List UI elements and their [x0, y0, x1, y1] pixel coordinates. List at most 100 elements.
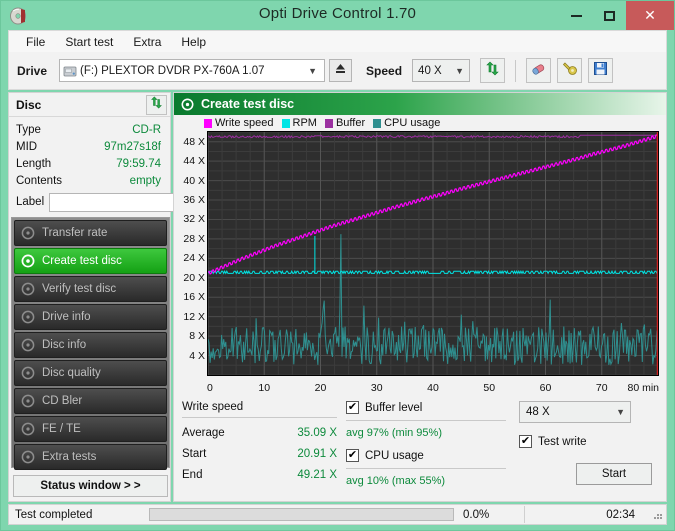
test-item-disc-quality[interactable]: Disc quality [14, 360, 167, 386]
test-item-extra-tests[interactable]: Extra tests [14, 444, 167, 470]
disc-info-key: MID [16, 141, 104, 153]
test-item-transfer-rate[interactable]: Transfer rate [14, 220, 167, 246]
refresh-button[interactable] [480, 58, 505, 83]
divider [346, 420, 506, 421]
drive-toolbar: Drive (F:) PLEXTOR DVDR PX-760A 1.07 ▼ S [8, 52, 667, 90]
resize-grip[interactable] [649, 509, 663, 521]
y-axis-tick: 44 X [183, 155, 205, 167]
test-write-checkbox[interactable]: ✔ [519, 435, 532, 448]
drive-value: (F:) PLEXTOR DVDR PX-760A 1.07 [80, 65, 303, 77]
legend-entry-rpm: RPM [282, 117, 317, 129]
minimize-button[interactable] [560, 1, 593, 30]
buffer-level-checkbox-row[interactable]: ✔ Buffer level [346, 401, 506, 414]
test-item-cd-bler[interactable]: CD Bler [14, 388, 167, 414]
legend-label: Write speed [215, 117, 274, 129]
speed-value: 40 X [418, 65, 450, 77]
eject-icon [334, 62, 347, 80]
menu-bar: File Start test Extra Help [8, 30, 667, 52]
y-axis-tick: 36 X [183, 194, 205, 206]
menu-item-help[interactable]: Help [172, 33, 215, 51]
divider [182, 417, 337, 418]
chart-svg [208, 132, 658, 375]
test-item-disc-info[interactable]: Disc info [14, 332, 167, 358]
cpu-usage-checkbox[interactable]: ✔ [346, 449, 359, 462]
x-axis-tick: 30 [371, 382, 383, 394]
cpu-usage-checkbox-row[interactable]: ✔ CPU usage [346, 449, 506, 462]
x-axis-tick: 20 [315, 382, 327, 394]
buffer-level-note: avg 97% (min 95%) [346, 427, 506, 439]
erase-button[interactable] [526, 58, 551, 83]
test-item-label: Disc info [42, 339, 86, 351]
legend-label: Buffer [336, 117, 365, 129]
disc-info-row-length: Length 79:59.74 [9, 155, 170, 172]
y-axis-tick: 28 X [183, 233, 205, 245]
buffer-level-checkbox[interactable]: ✔ [346, 401, 359, 414]
drive-select[interactable]: (F:) PLEXTOR DVDR PX-760A 1.07 ▼ [59, 59, 325, 82]
close-icon: ✕ [644, 7, 656, 24]
legend-entry-cpu-usage: CPU usage [373, 117, 440, 129]
stat-value: 35.09 X [297, 427, 337, 439]
disc-refresh-button[interactable] [146, 95, 167, 115]
right-panel: Create test disc Write speed RPM Buffer … [173, 92, 667, 502]
test-item-drive-info[interactable]: Drive info [14, 304, 167, 330]
x-axis-tick: 0 [207, 382, 213, 394]
cpu-usage-note: avg 10% (max 55%) [346, 475, 506, 487]
chart-legend: Write speed RPM Buffer CPU usage [174, 115, 666, 131]
disc-icon [21, 338, 35, 352]
refresh-arrows-icon [150, 96, 163, 114]
floppy-save-icon [593, 61, 608, 81]
tools-button[interactable] [557, 58, 582, 83]
speed-select[interactable]: 40 X ▼ [412, 59, 470, 82]
speed-label: Speed [366, 64, 402, 78]
buffer-cpu-stats: ✔ Buffer level avg 97% (min 95%) ✔ CPU u… [346, 401, 506, 487]
x-axis-tick: 60 [540, 382, 552, 394]
chart-plot-area [207, 131, 659, 376]
stat-value: 49.21 X [297, 469, 337, 481]
test-item-label: CD Bler [42, 395, 82, 407]
progress-percent: 0.0% [454, 509, 524, 521]
menu-item-start-test[interactable]: Start test [56, 33, 122, 51]
start-button[interactable]: Start [576, 463, 652, 485]
disc-icon [181, 98, 194, 111]
menu-item-extra[interactable]: Extra [124, 33, 170, 51]
disc-icon [21, 422, 35, 436]
disc-info-row-type: Type CD-R [9, 121, 170, 138]
legend-swatch [204, 119, 212, 128]
test-write-checkbox-row[interactable]: ✔ Test write [519, 435, 659, 448]
disc-info-key: Length [16, 158, 116, 170]
disc-panel-title: Disc [16, 98, 146, 112]
refresh-arrows-icon [485, 61, 500, 81]
write-speed-select[interactable]: 48 X ▼ [519, 401, 631, 423]
x-axis-tick: 40 [427, 382, 439, 394]
disc-info-value: 79:59.74 [116, 158, 161, 170]
y-axis-tick: 16 X [183, 291, 205, 303]
chevron-down-icon: ▼ [611, 407, 630, 417]
disc-label-row: Label [9, 189, 170, 215]
test-item-verify-test-disc[interactable]: Verify test disc [14, 276, 167, 302]
test-item-create-test-disc[interactable]: Create test disc [14, 248, 167, 274]
test-item-fe-te[interactable]: FE / TE [14, 416, 167, 442]
chart-y-axis: 4 X8 X12 X16 X20 X24 X28 X32 X36 X40 X44… [174, 131, 207, 376]
stat-value: 20.91 X [297, 448, 337, 460]
close-button[interactable]: ✕ [626, 1, 674, 30]
write-speed-value: 48 X [526, 406, 611, 418]
eject-button[interactable] [329, 59, 352, 82]
stat-row-average: Average 35.09 X [182, 427, 337, 439]
disc-icon [21, 394, 35, 408]
disc-icon [21, 226, 35, 240]
save-button[interactable] [588, 58, 613, 83]
disc-info-list: Type CD-R MID 97m27s18f Length 79:59.74 … [9, 117, 170, 215]
menu-item-file[interactable]: File [17, 33, 54, 51]
legend-label: RPM [293, 117, 317, 129]
maximize-button[interactable] [593, 1, 626, 30]
legend-swatch [373, 119, 381, 128]
test-item-label: Extra tests [42, 451, 96, 463]
status-window-button[interactable]: Status window > > [13, 475, 168, 497]
disc-info-row-mid: MID 97m27s18f [9, 138, 170, 155]
progress-bar [149, 508, 454, 521]
disc-info-value: CD-R [132, 124, 161, 136]
test-list: Transfer rate Create test disc Verify te… [11, 217, 170, 468]
x-axis-tick: 10 [258, 382, 270, 394]
drive-label: Drive [17, 64, 47, 78]
x-axis-tick: 50 [483, 382, 495, 394]
